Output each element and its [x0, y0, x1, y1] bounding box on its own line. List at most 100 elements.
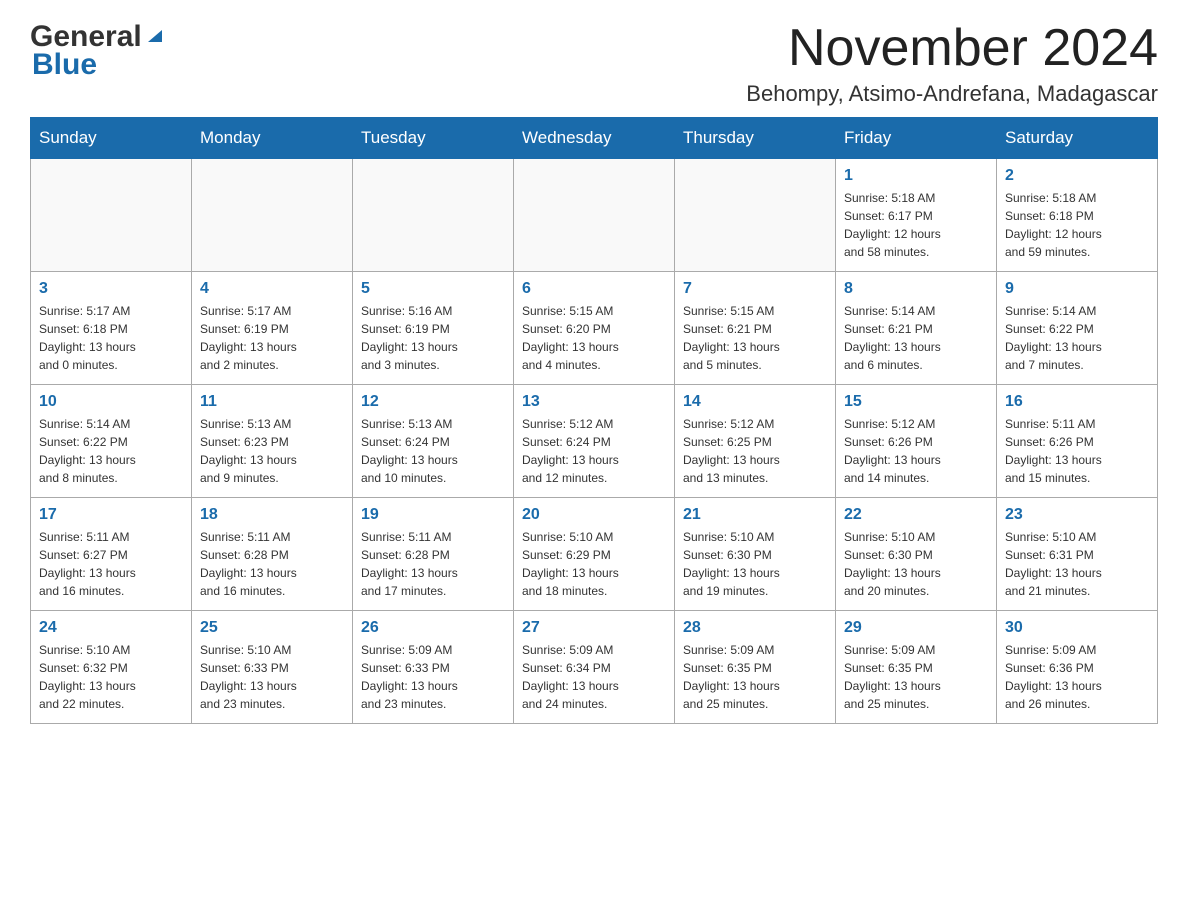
table-row: [514, 159, 675, 272]
day-info: Sunrise: 5:18 AM Sunset: 6:18 PM Dayligh…: [1005, 189, 1149, 261]
day-number: 23: [1005, 506, 1149, 524]
day-info: Sunrise: 5:09 AM Sunset: 6:35 PM Dayligh…: [844, 641, 988, 713]
day-info: Sunrise: 5:10 AM Sunset: 6:30 PM Dayligh…: [844, 528, 988, 600]
day-number: 29: [844, 619, 988, 637]
day-number: 12: [361, 393, 505, 411]
day-info: Sunrise: 5:12 AM Sunset: 6:26 PM Dayligh…: [844, 415, 988, 487]
day-info: Sunrise: 5:11 AM Sunset: 6:26 PM Dayligh…: [1005, 415, 1149, 487]
col-monday: Monday: [192, 118, 353, 159]
day-info: Sunrise: 5:11 AM Sunset: 6:28 PM Dayligh…: [361, 528, 505, 600]
table-row: 29 Sunrise: 5:09 AM Sunset: 6:35 PM Dayli…: [836, 611, 997, 724]
day-info: Sunrise: 5:10 AM Sunset: 6:33 PM Dayligh…: [200, 641, 344, 713]
day-number: 16: [1005, 393, 1149, 411]
day-number: 30: [1005, 619, 1149, 637]
table-row: [31, 159, 192, 272]
table-row: 14 Sunrise: 5:12 AM Sunset: 6:25 PM Dayli…: [675, 385, 836, 498]
day-info: Sunrise: 5:14 AM Sunset: 6:22 PM Dayligh…: [1005, 302, 1149, 374]
day-info: Sunrise: 5:13 AM Sunset: 6:23 PM Dayligh…: [200, 415, 344, 487]
day-number: 5: [361, 280, 505, 298]
day-number: 18: [200, 506, 344, 524]
day-info: Sunrise: 5:10 AM Sunset: 6:32 PM Dayligh…: [39, 641, 183, 713]
table-row: 10 Sunrise: 5:14 AM Sunset: 6:22 PM Dayli…: [31, 385, 192, 498]
day-info: Sunrise: 5:11 AM Sunset: 6:28 PM Dayligh…: [200, 528, 344, 600]
calendar-table: Sunday Monday Tuesday Wednesday Thursday…: [30, 117, 1158, 724]
day-number: 26: [361, 619, 505, 637]
table-row: 9Sunrise: 5:14 AM Sunset: 6:22 PM Daylig…: [997, 272, 1158, 385]
calendar-week-row: 1 Sunrise: 5:18 AM Sunset: 6:17 PM Daylig…: [31, 159, 1158, 272]
table-row: 12 Sunrise: 5:13 AM Sunset: 6:24 PM Dayli…: [353, 385, 514, 498]
day-number: 21: [683, 506, 827, 524]
logo: General Blue: [30, 20, 166, 82]
day-number: 10: [39, 393, 183, 411]
col-sunday: Sunday: [31, 118, 192, 159]
day-info: Sunrise: 5:14 AM Sunset: 6:21 PM Dayligh…: [844, 302, 988, 374]
table-row: 21 Sunrise: 5:10 AM Sunset: 6:30 PM Dayli…: [675, 498, 836, 611]
location-text: Behompy, Atsimo-Andrefana, Madagascar: [746, 81, 1158, 107]
day-number: 15: [844, 393, 988, 411]
table-row: 30 Sunrise: 5:09 AM Sunset: 6:36 PM Dayli…: [997, 611, 1158, 724]
table-row: 27 Sunrise: 5:09 AM Sunset: 6:34 PM Dayli…: [514, 611, 675, 724]
day-info: Sunrise: 5:15 AM Sunset: 6:20 PM Dayligh…: [522, 302, 666, 374]
day-number: 8: [844, 280, 988, 298]
col-thursday: Thursday: [675, 118, 836, 159]
table-row: 25Sunrise: 5:10 AM Sunset: 6:33 PM Dayli…: [192, 611, 353, 724]
logo-triangle-icon: [144, 24, 166, 46]
logo-blue-text: Blue: [32, 48, 97, 82]
table-row: 3Sunrise: 5:17 AM Sunset: 6:18 PM Daylig…: [31, 272, 192, 385]
day-number: 28: [683, 619, 827, 637]
table-row: 2 Sunrise: 5:18 AM Sunset: 6:18 PM Daylig…: [997, 159, 1158, 272]
day-number: 20: [522, 506, 666, 524]
table-row: 1 Sunrise: 5:18 AM Sunset: 6:17 PM Daylig…: [836, 159, 997, 272]
calendar-header-row: Sunday Monday Tuesday Wednesday Thursday…: [31, 118, 1158, 159]
day-info: Sunrise: 5:09 AM Sunset: 6:33 PM Dayligh…: [361, 641, 505, 713]
day-number: 1: [844, 167, 988, 185]
table-row: 15 Sunrise: 5:12 AM Sunset: 6:26 PM Dayli…: [836, 385, 997, 498]
table-row: 13 Sunrise: 5:12 AM Sunset: 6:24 PM Dayli…: [514, 385, 675, 498]
day-info: Sunrise: 5:10 AM Sunset: 6:31 PM Dayligh…: [1005, 528, 1149, 600]
month-title: November 2024: [746, 20, 1158, 77]
day-info: Sunrise: 5:12 AM Sunset: 6:24 PM Dayligh…: [522, 415, 666, 487]
day-info: Sunrise: 5:10 AM Sunset: 6:29 PM Dayligh…: [522, 528, 666, 600]
day-number: 24: [39, 619, 183, 637]
calendar-week-row: 3Sunrise: 5:17 AM Sunset: 6:18 PM Daylig…: [31, 272, 1158, 385]
day-info: Sunrise: 5:10 AM Sunset: 6:30 PM Dayligh…: [683, 528, 827, 600]
table-row: 16 Sunrise: 5:11 AM Sunset: 6:26 PM Dayli…: [997, 385, 1158, 498]
day-number: 2: [1005, 167, 1149, 185]
table-row: 23 Sunrise: 5:10 AM Sunset: 6:31 PM Dayli…: [997, 498, 1158, 611]
col-wednesday: Wednesday: [514, 118, 675, 159]
day-number: 13: [522, 393, 666, 411]
table-row: 4 Sunrise: 5:17 AM Sunset: 6:19 PM Daylig…: [192, 272, 353, 385]
day-number: 22: [844, 506, 988, 524]
title-area: November 2024 Behompy, Atsimo-Andrefana,…: [746, 20, 1158, 107]
table-row: [675, 159, 836, 272]
table-row: 5Sunrise: 5:16 AM Sunset: 6:19 PM Daylig…: [353, 272, 514, 385]
day-number: 6: [522, 280, 666, 298]
day-info: Sunrise: 5:13 AM Sunset: 6:24 PM Dayligh…: [361, 415, 505, 487]
table-row: 19 Sunrise: 5:11 AM Sunset: 6:28 PM Dayli…: [353, 498, 514, 611]
day-info: Sunrise: 5:09 AM Sunset: 6:36 PM Dayligh…: [1005, 641, 1149, 713]
day-info: Sunrise: 5:11 AM Sunset: 6:27 PM Dayligh…: [39, 528, 183, 600]
day-info: Sunrise: 5:09 AM Sunset: 6:34 PM Dayligh…: [522, 641, 666, 713]
day-number: 19: [361, 506, 505, 524]
table-row: 7Sunrise: 5:15 AM Sunset: 6:21 PM Daylig…: [675, 272, 836, 385]
table-row: 22 Sunrise: 5:10 AM Sunset: 6:30 PM Dayli…: [836, 498, 997, 611]
table-row: 20 Sunrise: 5:10 AM Sunset: 6:29 PM Dayli…: [514, 498, 675, 611]
day-info: Sunrise: 5:12 AM Sunset: 6:25 PM Dayligh…: [683, 415, 827, 487]
table-row: 24 Sunrise: 5:10 AM Sunset: 6:32 PM Dayli…: [31, 611, 192, 724]
table-row: [353, 159, 514, 272]
day-number: 14: [683, 393, 827, 411]
calendar-week-row: 17Sunrise: 5:11 AM Sunset: 6:27 PM Dayli…: [31, 498, 1158, 611]
calendar-week-row: 24 Sunrise: 5:10 AM Sunset: 6:32 PM Dayli…: [31, 611, 1158, 724]
day-info: Sunrise: 5:15 AM Sunset: 6:21 PM Dayligh…: [683, 302, 827, 374]
day-number: 3: [39, 280, 183, 298]
day-number: 27: [522, 619, 666, 637]
table-row: 28Sunrise: 5:09 AM Sunset: 6:35 PM Dayli…: [675, 611, 836, 724]
day-number: 4: [200, 280, 344, 298]
page-header: General Blue November 2024 Behompy, Atsi…: [30, 20, 1158, 107]
day-info: Sunrise: 5:18 AM Sunset: 6:17 PM Dayligh…: [844, 189, 988, 261]
table-row: 17Sunrise: 5:11 AM Sunset: 6:27 PM Dayli…: [31, 498, 192, 611]
calendar-week-row: 10 Sunrise: 5:14 AM Sunset: 6:22 PM Dayli…: [31, 385, 1158, 498]
day-info: Sunrise: 5:14 AM Sunset: 6:22 PM Dayligh…: [39, 415, 183, 487]
table-row: 18 Sunrise: 5:11 AM Sunset: 6:28 PM Dayli…: [192, 498, 353, 611]
day-info: Sunrise: 5:17 AM Sunset: 6:19 PM Dayligh…: [200, 302, 344, 374]
